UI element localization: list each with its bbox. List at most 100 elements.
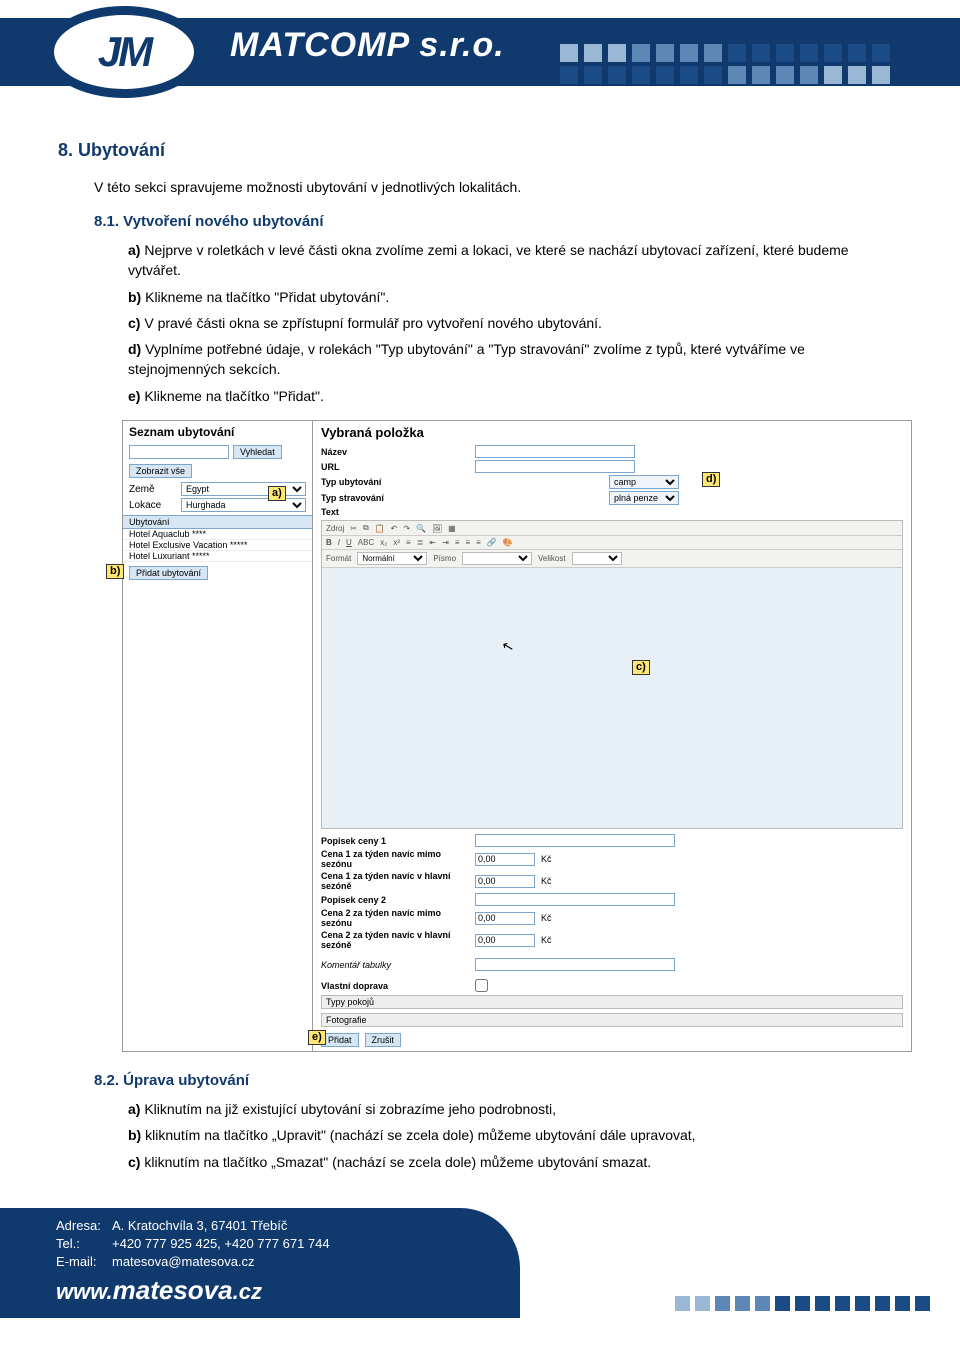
bold-icon[interactable]: B	[326, 538, 332, 547]
table-icon[interactable]: ▦	[448, 524, 456, 533]
footer-url: www.matesova.cz	[56, 1275, 500, 1306]
photos-section[interactable]: Fotografie	[321, 1013, 903, 1027]
link-icon[interactable]: 🔗	[487, 538, 497, 547]
price2-on-label: Cena 2 za týden navíc v hlavní sezóně	[321, 930, 471, 950]
editor-toolbar-3[interactable]: Formát Normální Písmo Velikost	[322, 550, 902, 568]
address-label: Adresa:	[56, 1218, 112, 1233]
callout-c: c)	[632, 660, 650, 675]
step2-a: a) Kliknutím na již existující ubytování…	[128, 1099, 902, 1119]
price2-desc-input[interactable]	[475, 893, 675, 906]
footer-info: Adresa:A. Kratochvíla 3, 67401 Třebíč Te…	[0, 1208, 520, 1318]
country-select[interactable]: Egypt	[181, 482, 306, 496]
url-input[interactable]	[475, 460, 635, 473]
price1-off-input[interactable]	[475, 853, 535, 866]
accommodation-list: Hotel Aquaclub **** Hotel Exclusive Vaca…	[123, 529, 312, 562]
location-select[interactable]: Hurghada	[181, 498, 306, 512]
tel-value: +420 777 925 425, +420 777 671 744	[112, 1236, 330, 1251]
location-label: Lokace	[129, 500, 177, 511]
price1-on-label: Cena 1 za týden navíc v hlavní sezóně	[321, 871, 471, 891]
search-input[interactable]	[129, 445, 229, 459]
font-label: Písmo	[433, 554, 456, 563]
list-item[interactable]: Hotel Aquaclub ****	[123, 529, 312, 540]
editor-body[interactable]: ↖	[322, 568, 902, 828]
color-icon[interactable]: 🎨	[503, 538, 513, 547]
align-center-icon[interactable]: ≡	[465, 538, 470, 547]
search-button[interactable]: Vyhledat	[233, 445, 282, 459]
italic-icon[interactable]: I	[338, 538, 340, 547]
list-header: Ubytování	[123, 515, 312, 529]
font-select[interactable]	[462, 552, 532, 565]
align-left-icon[interactable]: ≡	[455, 538, 460, 547]
image-icon[interactable]: 🖼	[432, 524, 442, 533]
cut-icon[interactable]: ✂	[350, 524, 357, 533]
page-header: JM MATCOMP s.r.o.	[0, 0, 960, 110]
find-icon[interactable]: 🔍	[416, 524, 426, 533]
footer-squares	[675, 1296, 930, 1311]
type-acc-select[interactable]: camp	[609, 475, 679, 489]
superscript-icon[interactable]: x²	[393, 538, 400, 547]
step-d: d) Vyplníme potřebné údaje, v rolekách "…	[128, 339, 902, 380]
app-window: Seznam ubytování Vyhledat Zobrazit vše Z…	[122, 420, 912, 1052]
add-button[interactable]: Přidat	[321, 1033, 359, 1047]
format-label: Formát	[326, 554, 351, 563]
own-transport-checkbox[interactable]	[475, 979, 488, 992]
tel-label: Tel.:	[56, 1236, 112, 1251]
page-content: 8. Ubytování V této sekci spravujeme mož…	[0, 110, 960, 1188]
source-icon[interactable]: Zdroj	[326, 524, 344, 533]
undo-icon[interactable]: ↶	[391, 524, 398, 533]
type-acc-label: Typ ubytování	[321, 477, 471, 487]
subsection-title-81: 8.1. Vytvoření nového ubytování	[94, 213, 902, 230]
type-food-select[interactable]: plná penze	[609, 491, 679, 505]
subscript-icon[interactable]: x₂	[380, 538, 387, 547]
page-number: -11-	[468, 1296, 490, 1311]
callout-e: e)	[308, 1030, 326, 1045]
price2-on-input[interactable]	[475, 934, 535, 947]
price2-desc-label: Popisek ceny 2	[321, 895, 471, 905]
address-value: A. Kratochvíla 3, 67401 Třebíč	[112, 1218, 287, 1233]
email-label: E-mail:	[56, 1254, 112, 1269]
outdent-icon[interactable]: ⇤	[429, 538, 436, 547]
show-all-button[interactable]: Zobrazit vše	[129, 464, 192, 478]
name-label: Název	[321, 447, 471, 457]
right-pane-title: Vybraná položka	[313, 421, 911, 444]
url-label: URL	[321, 462, 471, 472]
editor-toolbar-1[interactable]: Zdroj ✂ ⧉ 📋 ↶ ↷ 🔍 🖼 ▦	[322, 521, 902, 536]
left-pane: Seznam ubytování Vyhledat Zobrazit vše Z…	[123, 421, 313, 1051]
ol-icon[interactable]: ≡	[406, 538, 411, 547]
ul-icon[interactable]: ≣	[417, 538, 424, 547]
cursor-icon: ↖	[500, 637, 516, 656]
indent-icon[interactable]: ⇥	[442, 538, 449, 547]
underline-icon[interactable]: U	[346, 538, 352, 547]
header-squares-top	[560, 44, 890, 62]
editor-toolbar-2[interactable]: B I U ABC x₂ x² ≡ ≣ ⇤ ⇥ ≡ ≡ ≡ 🔗	[322, 536, 902, 550]
cancel-button[interactable]: Zrušit	[365, 1033, 402, 1047]
align-right-icon[interactable]: ≡	[476, 538, 481, 547]
add-accommodation-button[interactable]: Přidat ubytování	[129, 566, 208, 580]
rooms-section[interactable]: Typy pokojů	[321, 995, 903, 1009]
price2-off-input[interactable]	[475, 912, 535, 925]
table-comment-input[interactable]	[475, 958, 675, 971]
copy-icon[interactable]: ⧉	[363, 523, 369, 533]
company-name: MATCOMP s.r.o.	[230, 26, 505, 65]
spellcheck-icon[interactable]: ABC	[358, 538, 374, 547]
price1-off-label: Cena 1 za týden navíc mimo sezónu	[321, 849, 471, 869]
name-input[interactable]	[475, 445, 635, 458]
format-select[interactable]: Normální	[357, 552, 427, 565]
table-comment-label: Komentář tabulky	[321, 960, 471, 970]
price1-on-input[interactable]	[475, 875, 535, 888]
rich-text-editor: Zdroj ✂ ⧉ 📋 ↶ ↷ 🔍 🖼 ▦ B I U ABC	[321, 520, 903, 829]
callout-d: d)	[702, 472, 720, 487]
callout-a: a)	[268, 486, 286, 501]
step-a: a) Nejprve v roletkách v levé části okna…	[128, 240, 902, 281]
header-squares-bottom	[560, 66, 890, 84]
text-label: Text	[321, 507, 471, 517]
paste-icon[interactable]: 📋	[375, 524, 385, 533]
step-e: e) Klikneme na tlačítko "Přidat".	[128, 386, 902, 406]
list-item[interactable]: Hotel Exclusive Vacation *****	[123, 540, 312, 551]
price1-desc-input[interactable]	[475, 834, 675, 847]
list-item[interactable]: Hotel Luxuriant *****	[123, 551, 312, 562]
logo-oval: JM	[44, 6, 204, 98]
redo-icon[interactable]: ↷	[403, 524, 410, 533]
size-select[interactable]	[572, 552, 622, 565]
screenshot-figure: Seznam ubytování Vyhledat Zobrazit vše Z…	[122, 420, 902, 1052]
